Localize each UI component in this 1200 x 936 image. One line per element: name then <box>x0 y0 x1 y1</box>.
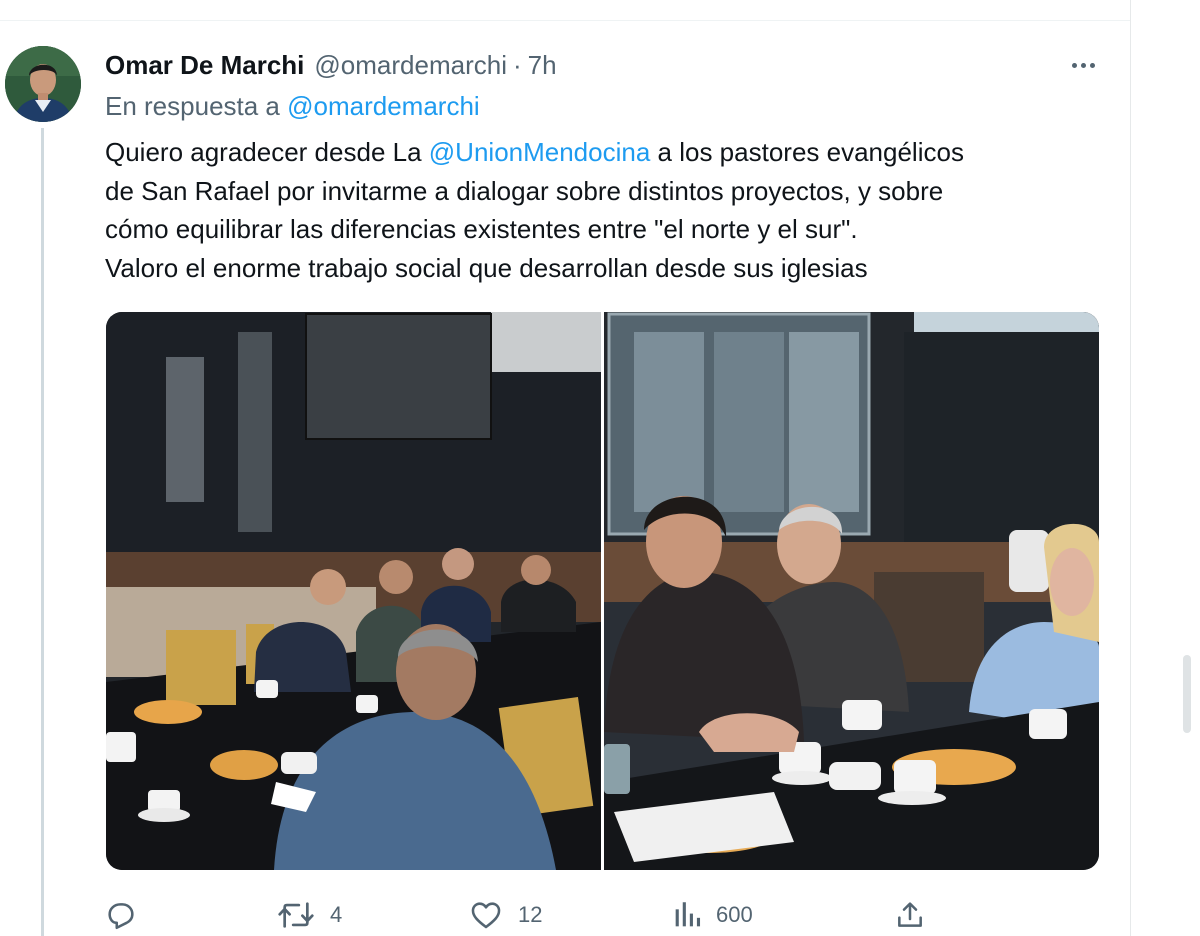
tweet-text-line: cómo equilibrar las diferencias existent… <box>105 214 858 244</box>
like-button[interactable]: 12 <box>468 895 542 935</box>
views-count: 600 <box>716 902 753 927</box>
tweet-header: Omar De Marchi @omardemarchi · 7h <box>105 48 557 82</box>
retweet-icon <box>278 902 314 928</box>
share-icon <box>898 902 922 927</box>
tweet-text-line: Valoro el enorme trabajo social que desa… <box>105 252 868 283</box>
author-name[interactable]: Omar De Marchi <box>105 50 304 81</box>
reply-prefix: En respuesta a <box>105 91 280 121</box>
share-button[interactable] <box>894 895 926 935</box>
thread-line <box>41 128 44 936</box>
heart-icon <box>471 902 501 929</box>
more-options-button[interactable] <box>1063 50 1103 80</box>
tweet-text: Quiero agradecer desde La @UnionMendocin… <box>105 133 1115 287</box>
media-grid <box>106 312 1099 870</box>
retweet-count: 4 <box>330 902 343 927</box>
timestamp[interactable]: 7h <box>528 50 557 81</box>
like-count: 12 <box>518 902 543 927</box>
text-segment: Quiero agradecer desde La <box>105 137 429 167</box>
action-bar: 4 12 600 <box>100 895 940 935</box>
photo-meeting-room[interactable] <box>106 312 601 870</box>
reply-mention-link[interactable]: @omardemarchi <box>287 91 480 121</box>
reply-button[interactable] <box>104 895 152 935</box>
more-icon-dot <box>1089 62 1095 68</box>
column-divider <box>1130 0 1131 936</box>
views-button[interactable]: 600 <box>672 895 753 935</box>
reply-context: En respuesta a @omardemarchi <box>105 91 480 122</box>
retweet-button[interactable]: 4 <box>276 895 342 935</box>
text-segment: a los pastores evangélicos <box>650 137 964 167</box>
more-icon-dot <box>1080 62 1086 68</box>
avatar[interactable] <box>5 46 81 122</box>
more-icon <box>1071 62 1077 68</box>
separator-dot: · <box>512 49 522 80</box>
tweet-text-line: Quiero agradecer desde La @UnionMendocin… <box>105 133 1115 172</box>
top-divider <box>0 20 1130 21</box>
photo-people-table[interactable] <box>604 312 1099 870</box>
reply-icon <box>108 903 134 930</box>
tweet-page: Omar De Marchi @omardemarchi · 7h En res… <box>0 0 1200 936</box>
mention-link[interactable]: @UnionMendocina <box>429 137 651 167</box>
views-icon <box>675 902 701 927</box>
tweet-text-line: de San Rafael por invitarme a dialogar s… <box>105 175 944 206</box>
scrollbar-thumb[interactable] <box>1183 655 1191 733</box>
author-handle[interactable]: @omardemarchi <box>314 50 507 81</box>
